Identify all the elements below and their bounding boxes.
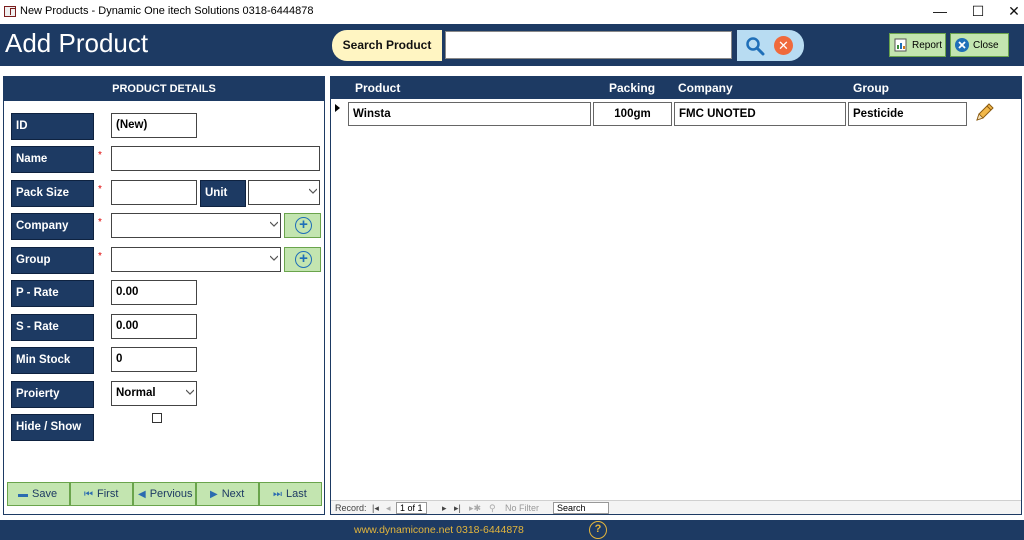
plus-icon: + bbox=[295, 217, 312, 234]
cell-group[interactable]: Pesticide bbox=[848, 102, 967, 126]
close-window-button[interactable]: ✕ bbox=[994, 0, 1024, 24]
next-record-icon[interactable]: ▸ bbox=[442, 503, 447, 514]
pencil-edit-icon[interactable] bbox=[973, 102, 995, 124]
record-position-input[interactable]: 1 of 1 bbox=[396, 502, 427, 514]
report-icon bbox=[894, 38, 907, 52]
priority-value: Normal bbox=[116, 387, 156, 399]
save-button[interactable]: ▬ Save bbox=[7, 482, 70, 506]
required-mark: * bbox=[98, 150, 102, 161]
record-navigation-bar: Record: |◂ ◂ 1 of 1 ▸ ▸| ▸✱ ⚲ No Filter … bbox=[331, 500, 1021, 514]
window-titlebar: New Products - Dynamic One itech Solutio… bbox=[0, 0, 1024, 24]
current-row-indicator[interactable] bbox=[335, 104, 340, 112]
name-label: Name bbox=[11, 146, 94, 173]
column-company[interactable]: Company bbox=[678, 81, 733, 95]
minimize-button[interactable]: — bbox=[920, 0, 960, 24]
prev-record-icon[interactable]: ◂ bbox=[386, 503, 391, 514]
page-title: Add Product bbox=[5, 28, 149, 58]
report-button[interactable]: Report bbox=[889, 33, 946, 57]
record-search-input[interactable]: Search bbox=[553, 502, 609, 514]
chevron-down-icon bbox=[309, 188, 317, 194]
next-icon: ▶ bbox=[210, 489, 218, 500]
required-mark: * bbox=[98, 184, 102, 195]
priority-select[interactable]: Normal bbox=[111, 381, 197, 406]
first-label: First bbox=[97, 488, 119, 500]
min-stock-label: Min Stock bbox=[11, 347, 94, 374]
hide-show-label: Hide / Show bbox=[11, 414, 94, 441]
company-select[interactable] bbox=[111, 213, 281, 238]
unit-select[interactable] bbox=[248, 180, 320, 205]
record-nav-buttons: ▬ Save ⏮ First ◀ Pervious ▶ Next ⏭ Last bbox=[7, 482, 322, 506]
help-icon[interactable]: ? bbox=[589, 521, 607, 539]
clear-search-icon[interactable]: ✕ bbox=[774, 36, 793, 55]
panel-title: PRODUCT DETAILS bbox=[4, 77, 324, 101]
last-record-icon[interactable]: ▸| bbox=[454, 503, 461, 514]
close-icon bbox=[955, 38, 969, 52]
id-label: ID bbox=[11, 113, 94, 140]
plus-icon: + bbox=[295, 251, 312, 268]
chevron-down-icon bbox=[186, 389, 194, 395]
add-group-button[interactable]: + bbox=[284, 247, 321, 272]
required-mark: * bbox=[98, 217, 102, 228]
maximize-button[interactable]: ☐ bbox=[958, 0, 998, 24]
close-button[interactable]: Close bbox=[950, 33, 1009, 57]
group-select[interactable] bbox=[111, 247, 281, 272]
next-button[interactable]: ▶ Next bbox=[196, 482, 259, 506]
s-rate-label: S - Rate bbox=[11, 314, 94, 341]
company-label: Company bbox=[11, 213, 94, 240]
window-title: New Products - Dynamic One itech Solutio… bbox=[20, 5, 314, 17]
chevron-down-icon bbox=[270, 255, 278, 261]
filter-status[interactable]: No Filter bbox=[505, 503, 539, 513]
hide-show-checkbox[interactable] bbox=[152, 413, 162, 423]
cell-product[interactable]: Winsta bbox=[348, 102, 591, 126]
save-icon: ▬ bbox=[18, 489, 28, 500]
p-rate-label: P - Rate bbox=[11, 280, 94, 307]
footer-text: www.dynamicone.net 0318-6444878 bbox=[354, 524, 524, 536]
search-input[interactable] bbox=[445, 31, 732, 59]
grid-header: Product Packing Company Group bbox=[331, 77, 1021, 99]
first-record-icon[interactable]: |◂ bbox=[372, 503, 379, 514]
chevron-down-icon bbox=[270, 221, 278, 227]
column-group[interactable]: Group bbox=[853, 81, 889, 95]
product-grid: Product Packing Company Group Winsta 100… bbox=[330, 76, 1022, 515]
cell-company[interactable]: FMC UNOTED bbox=[674, 102, 846, 126]
search-actions: ✕ bbox=[737, 30, 804, 61]
min-stock-field[interactable]: 0 bbox=[111, 347, 197, 372]
first-button[interactable]: ⏮ First bbox=[70, 482, 133, 506]
column-product[interactable]: Product bbox=[355, 81, 400, 95]
cell-packing[interactable]: 100gm bbox=[593, 102, 672, 126]
s-rate-field[interactable]: 0.00 bbox=[111, 314, 197, 339]
search-label: Search Product bbox=[332, 30, 442, 61]
app-icon bbox=[4, 6, 16, 17]
group-label: Group bbox=[11, 247, 94, 274]
p-rate-field[interactable]: 0.00 bbox=[111, 280, 197, 305]
product-details-panel: PRODUCT DETAILS ID (New) Name * Pack Siz… bbox=[3, 76, 325, 515]
last-button[interactable]: ⏭ Last bbox=[259, 482, 322, 506]
pack-size-field[interactable] bbox=[111, 180, 197, 205]
record-label: Record: bbox=[335, 503, 367, 513]
footer-bar: www.dynamicone.net 0318-6444878 ? bbox=[0, 520, 1024, 540]
column-packing[interactable]: Packing bbox=[609, 81, 655, 95]
new-record-icon[interactable]: ▸✱ bbox=[469, 503, 481, 514]
filter-icon: ⚲ bbox=[489, 503, 496, 513]
unit-label: Unit bbox=[200, 180, 246, 207]
last-label: Last bbox=[286, 488, 307, 500]
priority-label: Proierty bbox=[11, 381, 94, 408]
close-label: Close bbox=[973, 40, 999, 51]
first-icon: ⏮ bbox=[84, 489, 93, 500]
search-icon[interactable] bbox=[745, 36, 765, 56]
required-mark: * bbox=[98, 251, 102, 262]
save-label: Save bbox=[32, 488, 58, 500]
add-company-button[interactable]: + bbox=[284, 213, 321, 238]
previous-button[interactable]: ◀ Pervious bbox=[133, 482, 196, 506]
last-icon: ⏭ bbox=[273, 489, 282, 500]
report-label: Report bbox=[912, 40, 943, 51]
pack-size-label: Pack Size bbox=[11, 180, 94, 207]
next-label: Next bbox=[221, 488, 245, 500]
previous-icon: ◀ bbox=[138, 489, 146, 500]
previous-label: Pervious bbox=[149, 488, 193, 500]
name-field[interactable] bbox=[111, 146, 320, 171]
id-field[interactable]: (New) bbox=[111, 113, 197, 138]
